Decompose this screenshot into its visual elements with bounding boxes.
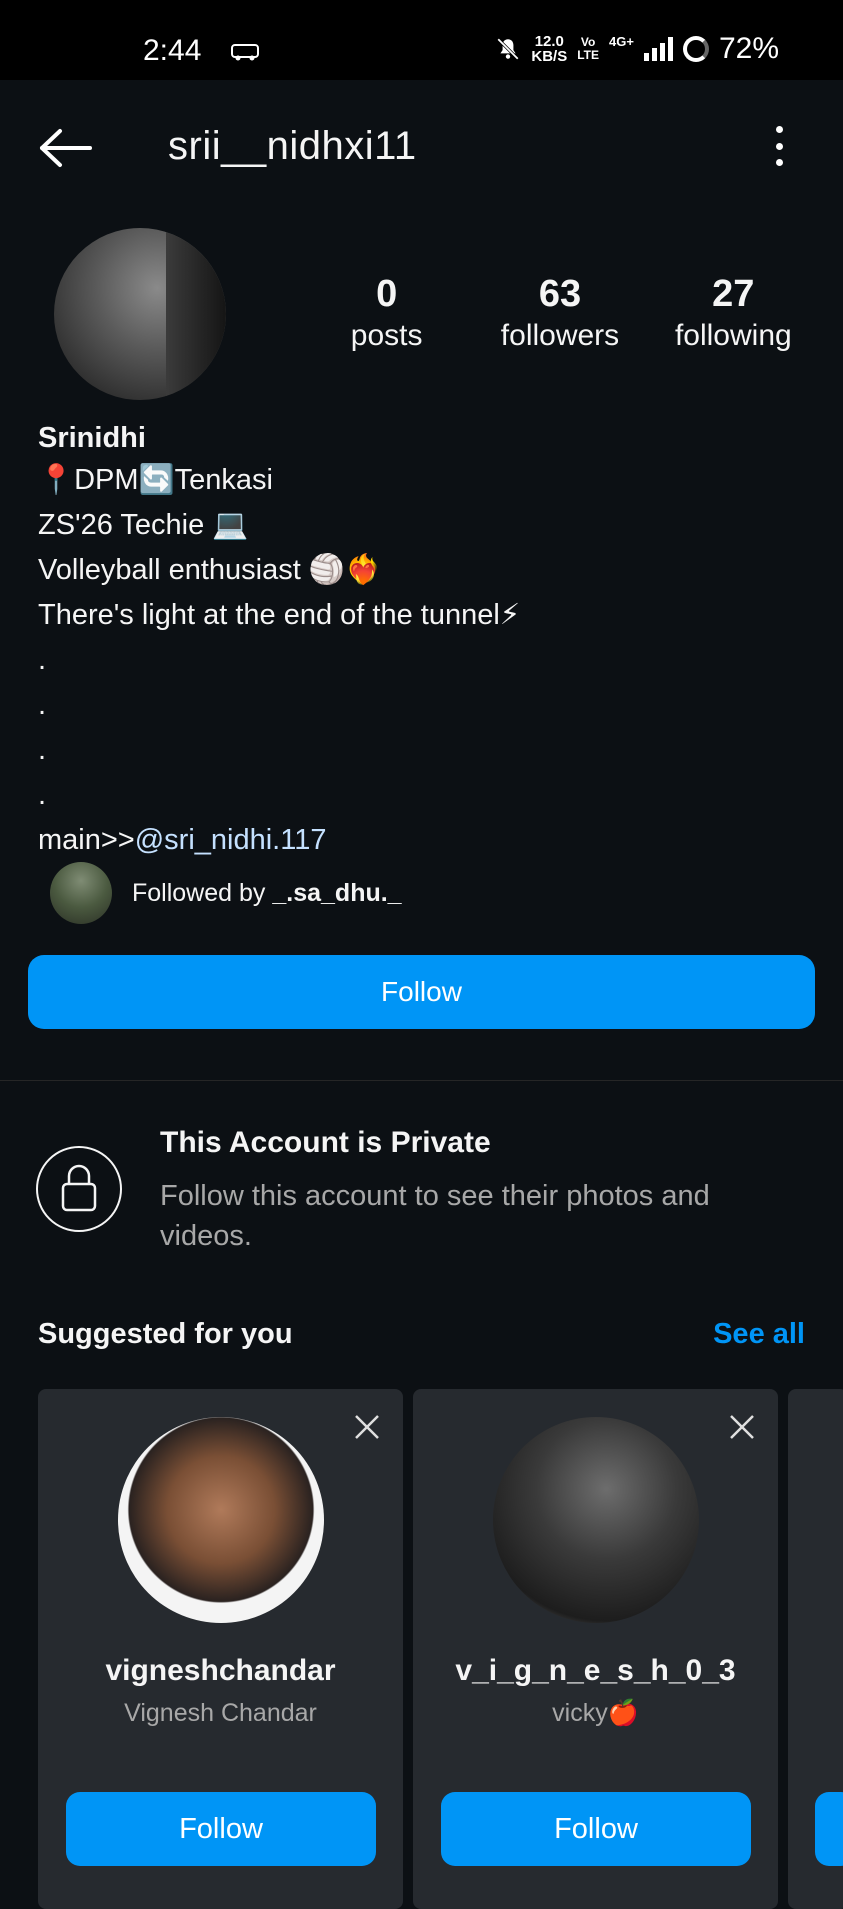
bio-line: There's light at the end of the tunnel⚡	[38, 599, 521, 631]
close-icon[interactable]	[353, 1413, 381, 1441]
suggestion-follow-button[interactable]: Follow	[66, 1792, 376, 1866]
signal-icon	[643, 37, 673, 61]
bio-line: .	[38, 734, 47, 766]
suggestion-follow-button-partial[interactable]	[815, 1792, 843, 1866]
stat-following[interactable]: 27 following	[647, 272, 820, 356]
followed-by-user: _.sa_dhu._	[272, 878, 402, 907]
suggestion-full-name: vicky🍎	[552, 1699, 639, 1727]
bio-main-prefix: main>>	[38, 824, 135, 856]
stat-label: posts	[350, 319, 423, 352]
bio-line: .	[38, 644, 47, 676]
suggestion-avatar[interactable]	[493, 1417, 699, 1623]
suggestion-card[interactable]: v_i_g_n_e_s_h_0_3 vicky🍎 Follow	[413, 1389, 778, 1909]
lock-icon	[36, 1146, 122, 1232]
bio-line: .	[38, 779, 47, 811]
bio-line: .	[38, 689, 47, 721]
suggestion-follow-button[interactable]: Follow	[441, 1792, 751, 1866]
followed-by-avatar	[50, 862, 112, 924]
bell-muted-icon	[497, 38, 520, 60]
suggestion-avatar[interactable]	[118, 1417, 324, 1623]
status-bar: 2:44 12.0 KB/S Vo LTE 4G+ 72%	[0, 0, 843, 80]
back-arrow-icon[interactable]	[38, 128, 94, 168]
suggestion-username[interactable]: vigneshchandar	[38, 1654, 403, 1688]
suggested-title: Suggested for you	[38, 1318, 293, 1350]
network-type: 4G+	[609, 34, 634, 49]
bio-line: ZS'26 Techie 💻	[38, 509, 249, 541]
bio-line: 📍DPM🔄Tenkasi	[38, 464, 273, 496]
profile-avatar[interactable]	[54, 228, 226, 400]
suggestion-full-name: Vignesh Chandar	[124, 1699, 317, 1727]
car-icon	[231, 44, 259, 61]
follow-button[interactable]: Follow	[28, 955, 815, 1029]
bio-mention-link[interactable]: @sri_nidhi.117	[135, 824, 327, 856]
profile-stats: 0 posts 63 followers 27 following	[300, 272, 820, 356]
profile-full-name: Srinidhi	[38, 422, 146, 454]
battery-icon	[682, 36, 709, 62]
stat-value: 63	[538, 273, 582, 315]
battery-percent: 72%	[718, 32, 779, 65]
status-time: 2:44	[143, 34, 202, 67]
stat-label: following	[674, 319, 792, 352]
more-options-icon[interactable]	[773, 126, 785, 166]
volte-indicator: Vo LTE	[577, 35, 600, 62]
stat-followers[interactable]: 63 followers	[473, 272, 646, 356]
stat-label: followers	[500, 319, 620, 352]
stat-value: 27	[712, 273, 755, 315]
divider	[0, 1080, 843, 1081]
net-speed: 12.0 KB/S	[531, 33, 568, 65]
suggestion-card[interactable]: vigneshchandar Vignesh Chandar Follow	[38, 1389, 403, 1909]
suggestion-username[interactable]: v_i_g_n_e_s_h_0_3	[413, 1654, 778, 1688]
stat-value: 0	[376, 273, 398, 315]
bio-line: Volleyball enthusiast 🏐❤️‍🔥	[38, 554, 382, 586]
see-all-link[interactable]: See all	[713, 1318, 805, 1351]
stat-posts[interactable]: 0 posts	[300, 272, 473, 356]
bio-main-line: main>>@sri_nidhi.117	[38, 818, 520, 863]
private-description: Follow this account to see their photos …	[160, 1180, 710, 1252]
profile-username: srii__nidhxi11	[168, 124, 417, 168]
private-title: This Account is Private	[160, 1126, 491, 1159]
followed-by-text: Followed by _.sa_dhu._	[132, 878, 402, 907]
close-icon[interactable]	[728, 1413, 756, 1441]
profile-bio: Srinidhi 📍DPM🔄Tenkasi ZS'26 Techie 💻 Vol…	[38, 418, 520, 863]
followed-by[interactable]: Followed by _.sa_dhu._	[50, 862, 402, 924]
